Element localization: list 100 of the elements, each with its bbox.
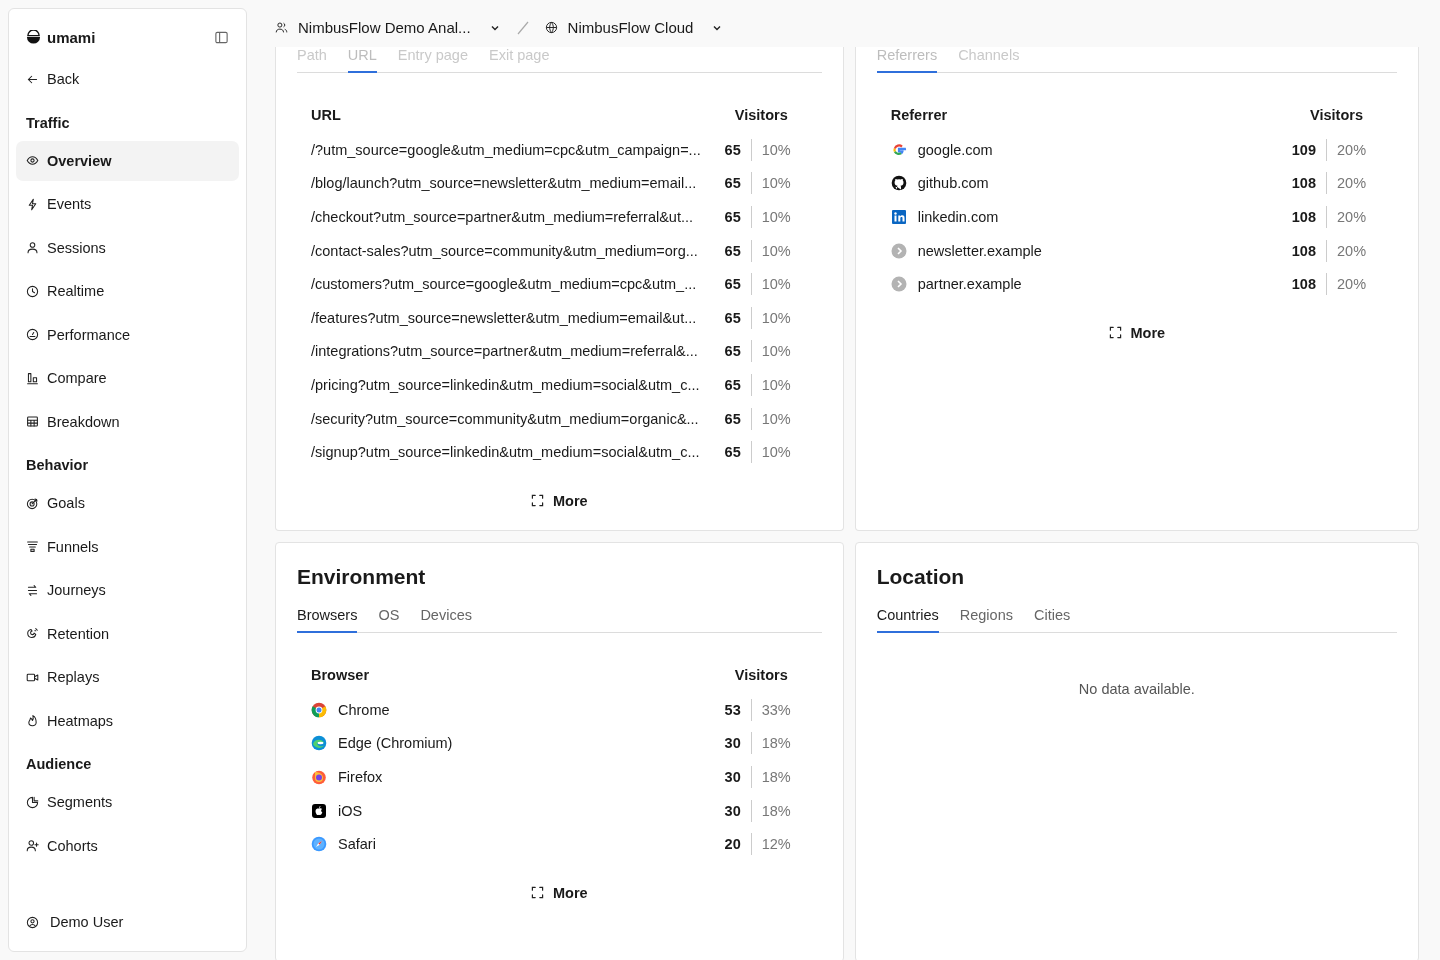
edge-logo-icon [311, 735, 327, 752]
tab[interactable]: OS [378, 607, 400, 633]
table-cell: Chrome [338, 701, 390, 718]
compass-icon [311, 836, 327, 853]
nav-item[interactable]: Events [16, 184, 239, 224]
expand-icon [1108, 326, 1122, 340]
nav-item[interactable]: Goals [16, 483, 239, 523]
empty-message: No data available. [1077, 681, 1196, 697]
visitor-count: 30 [700, 799, 752, 822]
percentage: 20% [1336, 276, 1368, 293]
visitor-count: 65 [700, 206, 752, 228]
nav-item[interactable]: Cohorts [16, 825, 239, 866]
tab[interactable]: Browsers [297, 607, 358, 633]
tab[interactable]: Devices [420, 607, 472, 633]
table-cell: Safari [338, 836, 376, 853]
percentage: 20% [1336, 175, 1368, 192]
firefox-logo-icon [311, 769, 327, 785]
eye-icon [26, 154, 39, 167]
visitor-count: 108 [1276, 273, 1327, 296]
percentage: 18% [760, 735, 792, 752]
column-header: URL [311, 107, 341, 123]
percentage: 10% [760, 410, 792, 427]
nav-item[interactable]: Segments [16, 782, 239, 822]
table-cell: google.com [917, 141, 993, 158]
nav-item[interactable]: Retention [16, 613, 239, 654]
visitor-count: 108 [1276, 172, 1327, 195]
percentage: 18% [760, 802, 792, 819]
person-icon [26, 241, 39, 254]
flame-icon [26, 714, 39, 727]
nav-item[interactable]: Heatmaps [16, 700, 239, 741]
logo-icon [26, 29, 41, 45]
sidebar-toggle-icon[interactable] [214, 29, 229, 45]
visitor-count: 65 [700, 373, 752, 396]
google-logo-icon [890, 141, 907, 158]
more-button[interactable]: More [523, 488, 596, 513]
website-selector[interactable]: NimbusFlow Cloud [544, 19, 724, 36]
tab[interactable]: Regions [959, 607, 1013, 633]
visitor-count: 65 [700, 138, 752, 161]
tab[interactable]: Countries [876, 607, 939, 633]
globe-icon [544, 21, 558, 34]
section-heading: Traffic [25, 113, 71, 133]
visitor-count: 65 [700, 239, 752, 262]
nav-item[interactable]: Compare [16, 358, 239, 398]
tab[interactable]: Cities [1033, 607, 1071, 633]
percentage: 10% [760, 444, 792, 461]
nav-item[interactable]: Realtime [16, 271, 239, 311]
percentage: 10% [760, 175, 792, 192]
visitor-count: 108 [1276, 239, 1327, 262]
apple-logo-icon [311, 802, 327, 819]
nav-item[interactable]: Breakdown [16, 401, 239, 442]
more-button[interactable]: More [1100, 320, 1174, 345]
nav-item[interactable]: Performance [16, 314, 239, 355]
table-cell: newsletter.example [917, 242, 1042, 259]
table-cell: /integrations?utm_source=partner&utm_medium=referral&... [311, 343, 698, 360]
percentage: 10% [760, 376, 792, 393]
visitor-count: 65 [700, 407, 752, 430]
visitor-count: 108 [1276, 206, 1327, 228]
panel-title: Location [876, 565, 966, 589]
table-cell: /?utm_source=google&utm_medium=cpc&utm_campaign=... [311, 141, 701, 158]
nav-item[interactable]: Replays [16, 657, 239, 697]
brand-name: umami [47, 28, 96, 46]
percentage: 20% [1336, 242, 1368, 259]
nav-item[interactable]: Journeys [16, 570, 239, 610]
visitor-count: 65 [700, 172, 752, 195]
gauge-icon [26, 328, 39, 341]
compare-icon [26, 371, 39, 385]
team-selector[interactable]: NimbusFlow Demo Anal... [275, 19, 501, 36]
nav-item[interactable]: Funnels [16, 526, 239, 567]
back-button[interactable]: Back [16, 59, 239, 99]
percentage: 12% [760, 836, 792, 853]
bolt-icon [26, 197, 39, 211]
pie-icon [26, 795, 39, 809]
chevron-circle-icon [890, 242, 907, 259]
table-cell: /checkout?utm_source=partner&utm_medium=referral&ut... [311, 209, 694, 225]
user-menu[interactable]: Demo User [16, 902, 239, 942]
table-cell: /blog/launch?utm_source=newsletter&utm_medium=email... [311, 175, 697, 192]
table-cell: /signup?utm_source=linkedin&utm_medium=social&utm_c... [311, 444, 700, 461]
route-icon [26, 583, 39, 597]
grid-icon [26, 415, 39, 428]
people-icon [275, 21, 288, 34]
percentage: 10% [760, 141, 792, 158]
column-header: Referrer [890, 107, 948, 123]
more-button[interactable]: More [523, 880, 596, 905]
nav-item[interactable]: Overview [16, 140, 239, 181]
column-header: Visitors [1310, 107, 1363, 123]
percentage: 33% [760, 701, 792, 718]
clock-icon [26, 284, 39, 298]
nav-item[interactable]: Sessions [16, 227, 239, 268]
table-cell: github.com [917, 175, 989, 192]
visitor-count: 65 [700, 441, 752, 464]
table-cell: Firefox [338, 769, 383, 785]
percentage: 20% [1336, 141, 1368, 158]
table-cell: /pricing?utm_source=linkedin&utm_medium=social&utm_c... [311, 376, 700, 393]
percentage: 10% [760, 209, 792, 225]
linkedin-logo-icon [890, 209, 907, 225]
chrome-logo-icon [311, 701, 327, 718]
panel-title: Environment [297, 565, 427, 589]
visitor-count: 65 [700, 340, 752, 363]
section-heading: Audience [25, 755, 93, 774]
table-cell: /features?utm_source=newsletter&utm_medium=email&ut... [311, 309, 697, 326]
